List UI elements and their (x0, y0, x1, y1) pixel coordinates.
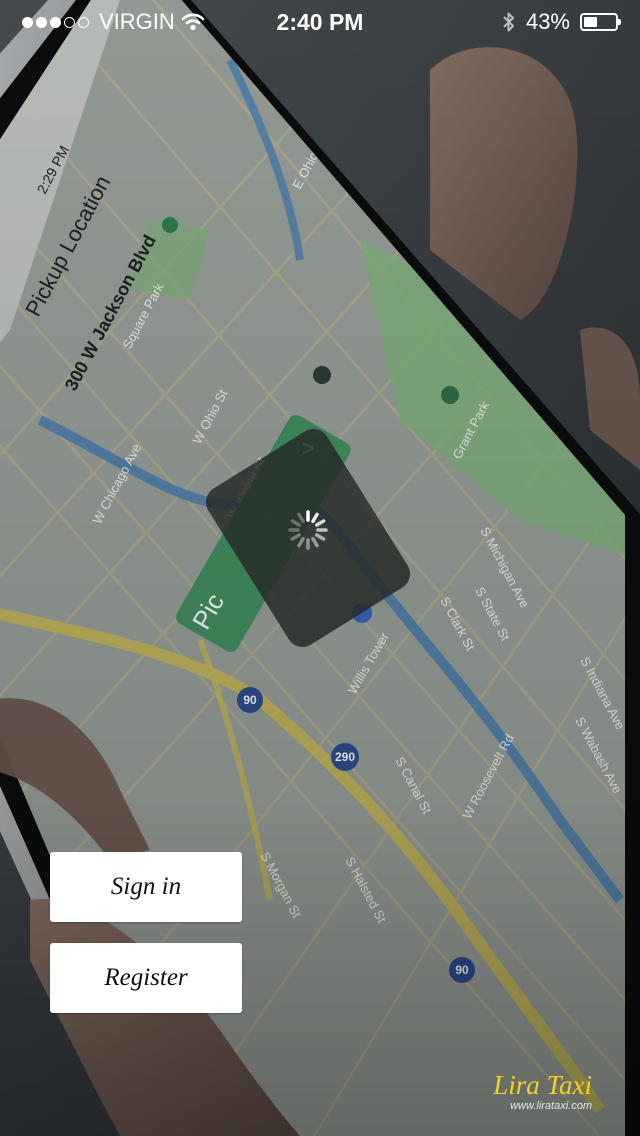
spinner-icon (288, 510, 328, 550)
status-bar: VIRGIN 2:40 PM 43% (0, 0, 640, 44)
battery-level-fill (584, 17, 597, 27)
brand-name: Lira Taxi (493, 1070, 592, 1100)
status-right: 43% (502, 9, 621, 35)
battery-tip (618, 19, 621, 25)
brand-logo: Lira Taxi www.lirataxi.com (493, 1070, 592, 1112)
battery-icon (580, 13, 621, 31)
brand-url: www.lirataxi.com (510, 1100, 592, 1112)
battery-percent: 43% (525, 9, 570, 34)
bluetooth-icon (503, 12, 514, 32)
sign-in-button[interactable]: Sign in (50, 852, 242, 922)
register-button[interactable]: Register (50, 943, 242, 1013)
